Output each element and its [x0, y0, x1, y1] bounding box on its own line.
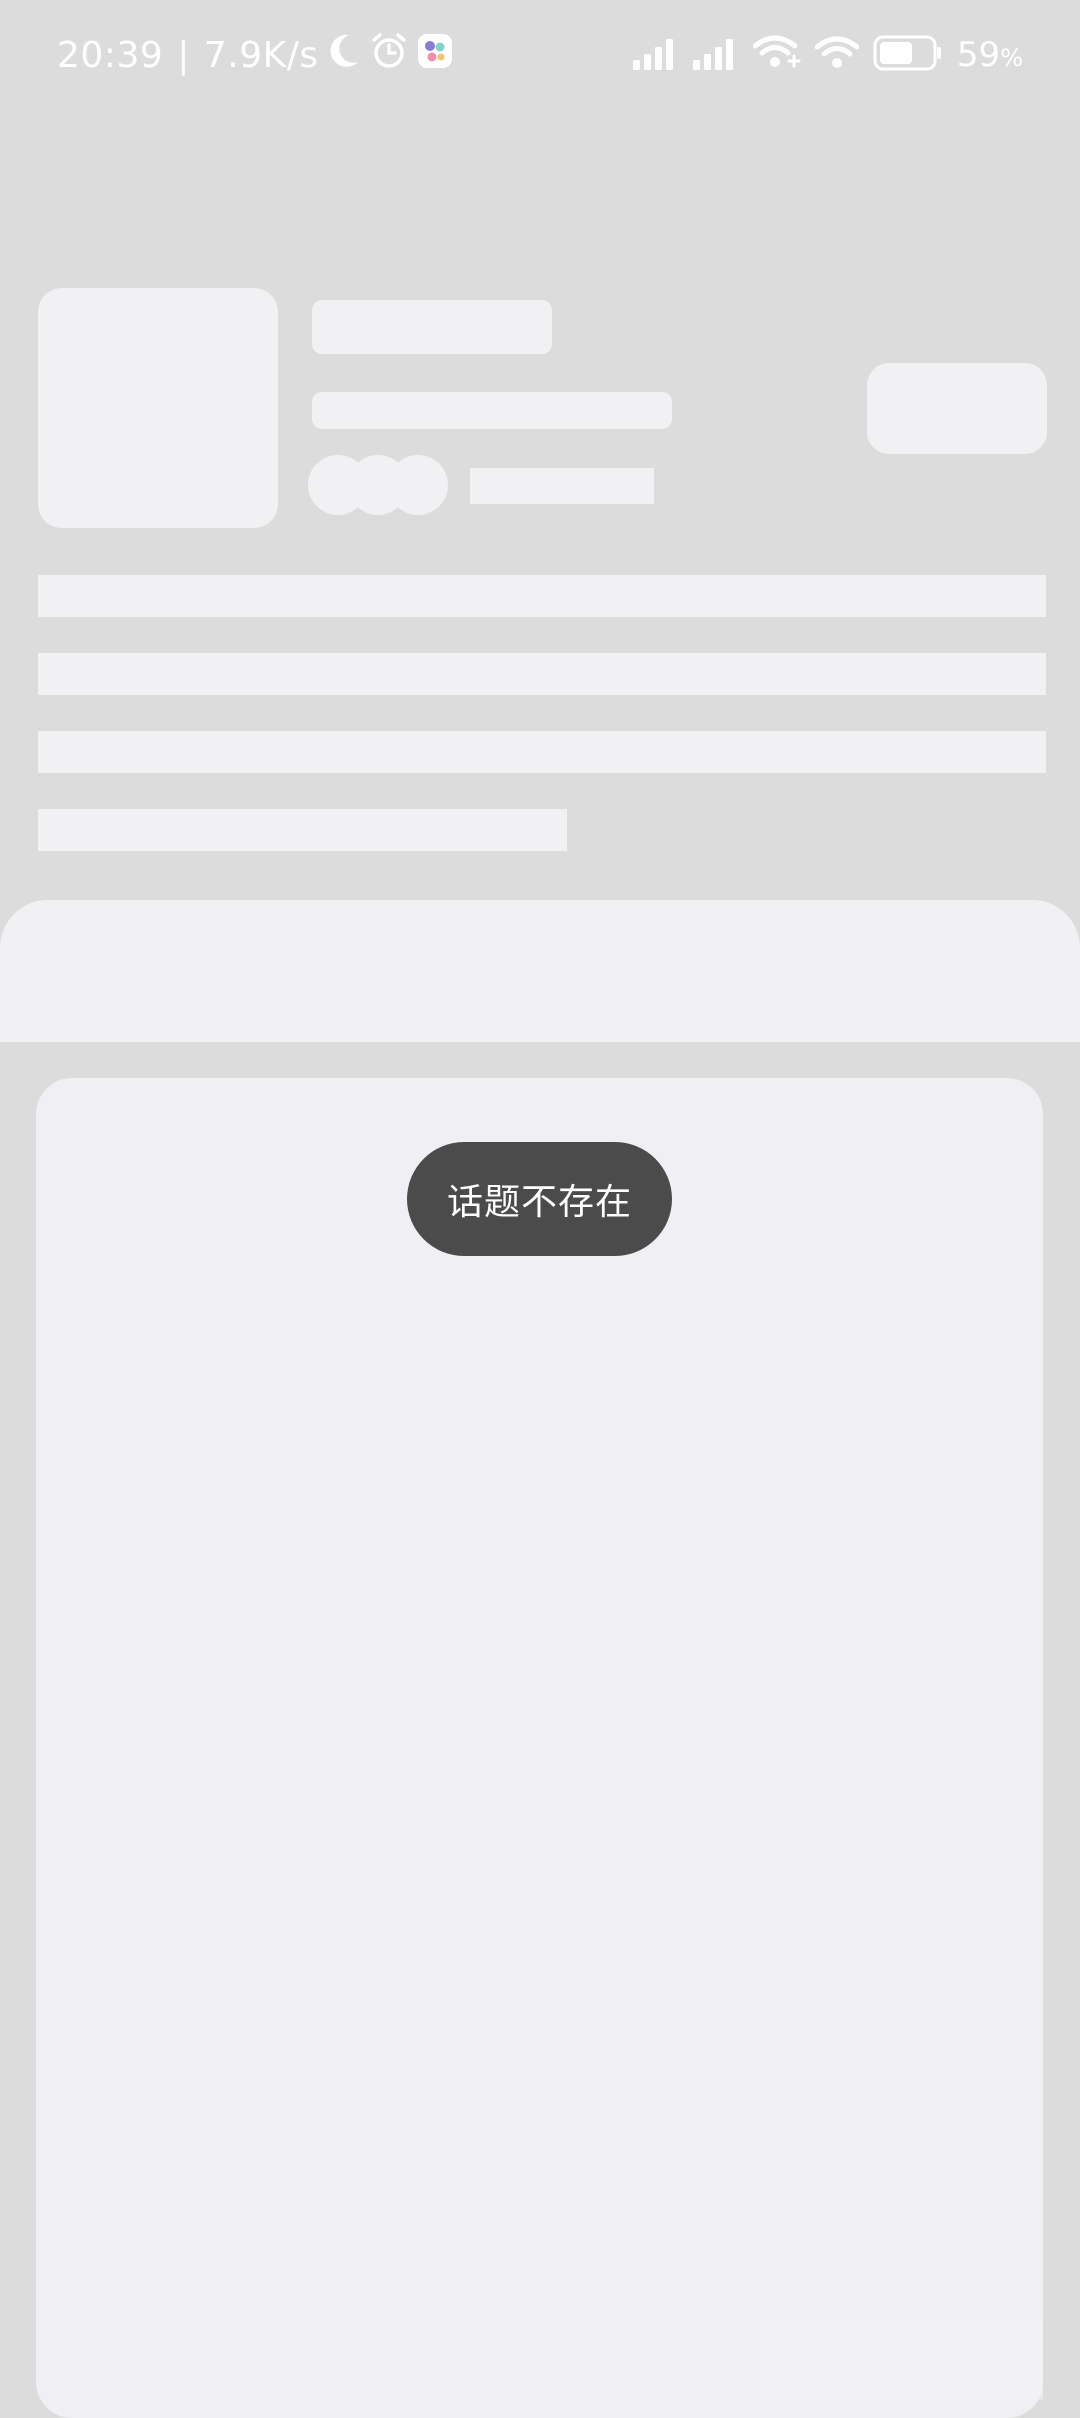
- bottom-fade: [760, 2320, 1043, 2400]
- skeleton-tab-bar: [0, 900, 1080, 1042]
- battery-percent-unit: %: [1000, 44, 1023, 72]
- status-separator: |: [177, 34, 190, 76]
- skeleton-topic-title: [312, 300, 552, 354]
- status-left: 20:39 | 7.9K/s: [57, 32, 453, 78]
- app-notification-icon: [417, 33, 453, 78]
- battery-percent: 59%: [957, 35, 1023, 75]
- wifi-plus-icon: [752, 34, 801, 76]
- toast-text: 话题不存在: [446, 1182, 632, 1223]
- network-speed: 7.9K/s: [203, 34, 319, 76]
- skeleton-follow-button: [867, 363, 1047, 454]
- signal-icon: [692, 36, 739, 74]
- moon-icon: [327, 32, 361, 79]
- skeleton-participant-count: [470, 468, 654, 504]
- signal-icon: [632, 36, 679, 74]
- skeleton-description-line: [38, 731, 1046, 773]
- alarm-icon: [369, 31, 409, 80]
- skeleton-content-card: [36, 1078, 1043, 2418]
- skeleton-topic-subtitle: [312, 392, 672, 429]
- skeleton-avatar: [388, 455, 448, 515]
- status-right: 59%: [632, 32, 1023, 78]
- battery-percent-value: 59: [956, 35, 1001, 75]
- battery-icon: [873, 35, 943, 75]
- skeleton-topic-cover: [38, 288, 278, 528]
- wifi-icon: [814, 35, 860, 75]
- skeleton-description-line: [38, 809, 567, 851]
- status-bar: 20:39 | 7.9K/s 59%: [0, 0, 1080, 110]
- status-time: 20:39: [57, 34, 164, 76]
- skeleton-description-line: [38, 653, 1046, 695]
- toast-message: 话题不存在: [407, 1142, 672, 1256]
- skeleton-description-line: [38, 575, 1046, 617]
